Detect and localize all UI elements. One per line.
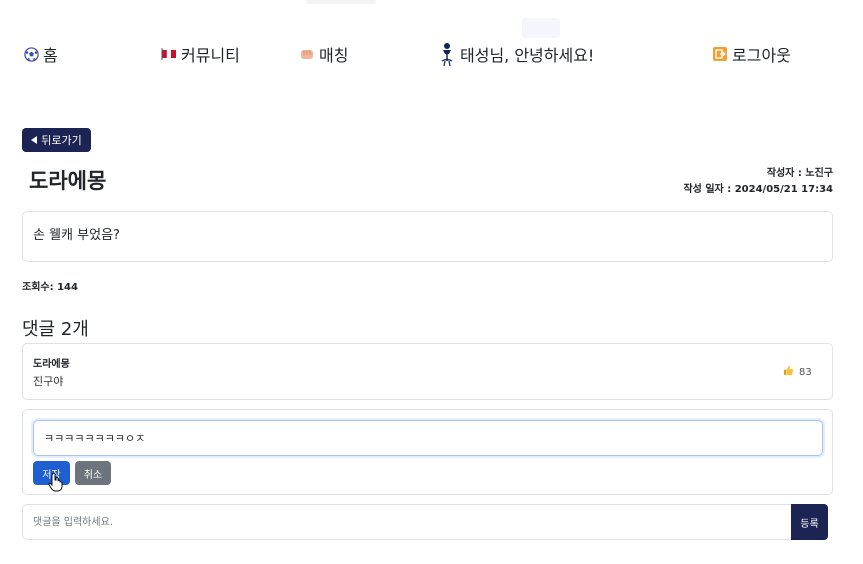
nav-community-label: 커뮤니티	[181, 46, 240, 65]
post-content: 손 웰캐 부었음?	[22, 211, 833, 262]
new-comment-input[interactable]	[22, 504, 791, 540]
like-button[interactable]: 83	[783, 365, 812, 379]
nav-community-link[interactable]: 커뮤니티	[161, 43, 240, 65]
team-crest-icon	[438, 41, 456, 67]
thumbs-up-icon	[783, 365, 794, 379]
cancel-button[interactable]: 취소	[75, 461, 111, 485]
back-button-label: 뒤로가기	[41, 135, 82, 147]
nav-home-link[interactable]: 홈	[23, 43, 58, 65]
comment-text: 진구야	[33, 375, 64, 388]
post-author: 작성자 : 노진구	[766, 168, 833, 179]
nav-logout-link[interactable]: 로그아웃	[712, 43, 791, 65]
view-count: 조회수: 144	[22, 282, 78, 293]
back-button[interactable]: 뒤로가기	[22, 128, 91, 152]
post-title: 도라에몽	[29, 169, 107, 193]
fist-icon	[299, 46, 315, 62]
hand-cursor-icon	[48, 472, 64, 492]
nav-top-fragment	[306, 0, 376, 4]
like-count: 83	[799, 366, 812, 378]
post-meta: 작성자 : 노진구 작성 일자 : 2024/05/21 17:34	[683, 166, 833, 198]
comment-card: 도라에몽 진구야 83	[22, 343, 833, 400]
nav-logout-label: 로그아웃	[732, 46, 791, 65]
comment-edit-input[interactable]	[33, 420, 823, 456]
soccer-ball-icon	[23, 46, 39, 62]
comment-edit-card: 저장 취소	[22, 409, 833, 495]
post-date: 작성 일자 : 2024/05/21 17:34	[683, 184, 833, 195]
nav-home-label: 홈	[43, 46, 58, 65]
submit-comment-button[interactable]: 등록	[791, 504, 828, 540]
exit-icon	[712, 46, 728, 62]
top-nav: 홈 커뮤니티 매칭 태성님, 안녕하세요! 로그아웃	[0, 0, 863, 110]
flag-icon	[161, 46, 177, 62]
nav-match-label: 매칭	[319, 46, 349, 65]
comment-author: 도라에몽	[33, 359, 70, 370]
nav-highlight-fragment	[522, 18, 560, 38]
comments-heading: 댓글 2개	[22, 319, 89, 340]
nav-match-link[interactable]: 매칭	[299, 43, 348, 65]
back-arrow-icon	[31, 136, 38, 144]
nav-greeting: 태성님, 안녕하세요!	[438, 41, 595, 67]
nav-greeting-label: 태성님, 안녕하세요!	[460, 46, 595, 65]
